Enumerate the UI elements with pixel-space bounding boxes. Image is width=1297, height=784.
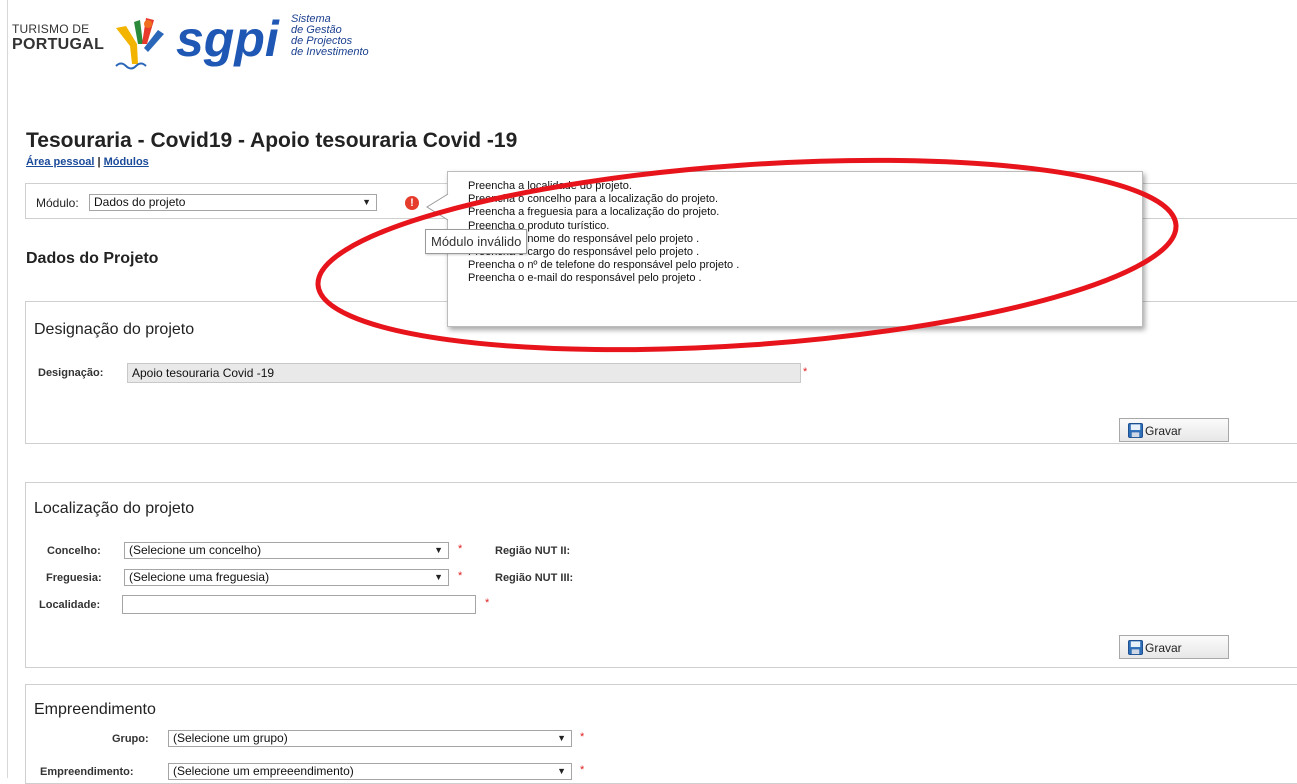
chevron-down-icon: ▼: [557, 766, 566, 776]
concelho-label: Concelho:: [47, 545, 101, 557]
required-marker: *: [485, 597, 490, 609]
validation-message: Preencha o concelho para a localização d…: [468, 193, 719, 206]
floppy-disk-icon: [1128, 639, 1143, 655]
location-panel: Localização do projeto Concelho: (Seleci…: [25, 482, 1297, 668]
validation-message: Preencha o nº de telefone do responsável…: [468, 259, 740, 272]
breadcrumb-modules-link[interactable]: Módulos: [104, 156, 149, 168]
turismo-portugal-wordmark: TURISMO DE PORTUGAL: [12, 22, 105, 53]
save-button-label: Gravar: [1145, 640, 1182, 655]
page-title: Tesouraria - Covid19 - Apoio tesouraria …: [26, 129, 518, 152]
nut2-label: Região NUT II:: [495, 545, 571, 557]
save-button-label: Gravar: [1145, 423, 1182, 438]
module-select[interactable]: Dados do projeto ▼: [89, 194, 377, 211]
localidade-input[interactable]: [122, 595, 476, 614]
chevron-down-icon: ▼: [557, 733, 566, 743]
turismo-portugal-emblem-icon: [115, 18, 164, 70]
designation-panel-title: Designação do projeto: [34, 321, 195, 338]
sgpi-logo-icon: sgpi: [176, 14, 280, 67]
concelho-select[interactable]: (Selecione um concelho) ▼: [124, 542, 449, 559]
enterprise-panel: Empreendimento Grupo: (Selecione um grup…: [25, 684, 1297, 784]
designation-field[interactable]: Apoio tesouraria Covid -19: [127, 363, 801, 383]
chevron-down-icon: ▼: [362, 197, 371, 207]
breadcrumb: Área pessoal | Módulos: [26, 156, 149, 168]
nut3-label: Região NUT III:: [495, 572, 574, 584]
location-panel-title: Localização do projeto: [34, 500, 195, 517]
section-heading: Dados do Projeto: [26, 250, 159, 267]
breadcrumb-separator: |: [97, 156, 101, 168]
app-logo: TURISMO DE PORTUGAL sgpi Sistema de Gest…: [12, 14, 372, 86]
empreendimento-select[interactable]: (Selecione um empreeendimento) ▼: [168, 763, 572, 780]
breadcrumb-personal-area-link[interactable]: Área pessoal: [26, 156, 94, 168]
required-marker: *: [580, 731, 585, 743]
grupo-label: Grupo:: [112, 733, 149, 745]
empreendimento-select-value: (Selecione um empreeendimento): [173, 764, 354, 778]
required-marker: *: [580, 764, 585, 776]
floppy-disk-icon: [1128, 422, 1143, 438]
sgpi-subtitle: Sistema de Gestão de Projectos de Invest…: [291, 13, 369, 58]
validation-popup: Preencha a localidade do projeto. Preenc…: [447, 171, 1143, 327]
grupo-select[interactable]: (Selecione um grupo) ▼: [168, 730, 572, 747]
freguesia-select-value: (Selecione uma freguesia): [129, 570, 270, 584]
concelho-select-value: (Selecione um concelho): [129, 543, 262, 557]
error-icon[interactable]: !: [405, 196, 419, 210]
invalid-module-tooltip: Módulo inválido: [425, 229, 528, 254]
chevron-down-icon: ▼: [434, 572, 443, 582]
validation-message: Preencha a localidade do projeto.: [468, 180, 632, 192]
enterprise-panel-title: Empreendimento: [34, 701, 156, 718]
module-label: Módulo:: [36, 196, 79, 210]
popup-pointer: [426, 193, 449, 221]
designation-label: Designação:: [38, 367, 104, 379]
save-button[interactable]: Gravar: [1119, 418, 1229, 442]
save-button[interactable]: Gravar: [1119, 635, 1229, 659]
empreendimento-label: Empreendimento:: [40, 766, 134, 778]
validation-message: Preencha a freguesia para a localização …: [468, 206, 720, 219]
grupo-select-value: (Selecione um grupo): [173, 731, 288, 745]
localidade-label: Localidade:: [39, 599, 101, 611]
required-marker: *: [458, 543, 463, 555]
freguesia-select[interactable]: (Selecione uma freguesia) ▼: [124, 569, 449, 586]
required-marker: *: [803, 366, 808, 378]
required-marker: *: [458, 570, 463, 582]
svg-text:sgpi: sgpi: [176, 14, 280, 67]
freguesia-label: Freguesia:: [46, 572, 102, 584]
chevron-down-icon: ▼: [434, 545, 443, 555]
module-select-value: Dados do projeto: [94, 195, 186, 209]
validation-message: Preencha o e-mail do responsável pelo pr…: [468, 272, 702, 285]
left-frame-border: [7, 0, 8, 778]
